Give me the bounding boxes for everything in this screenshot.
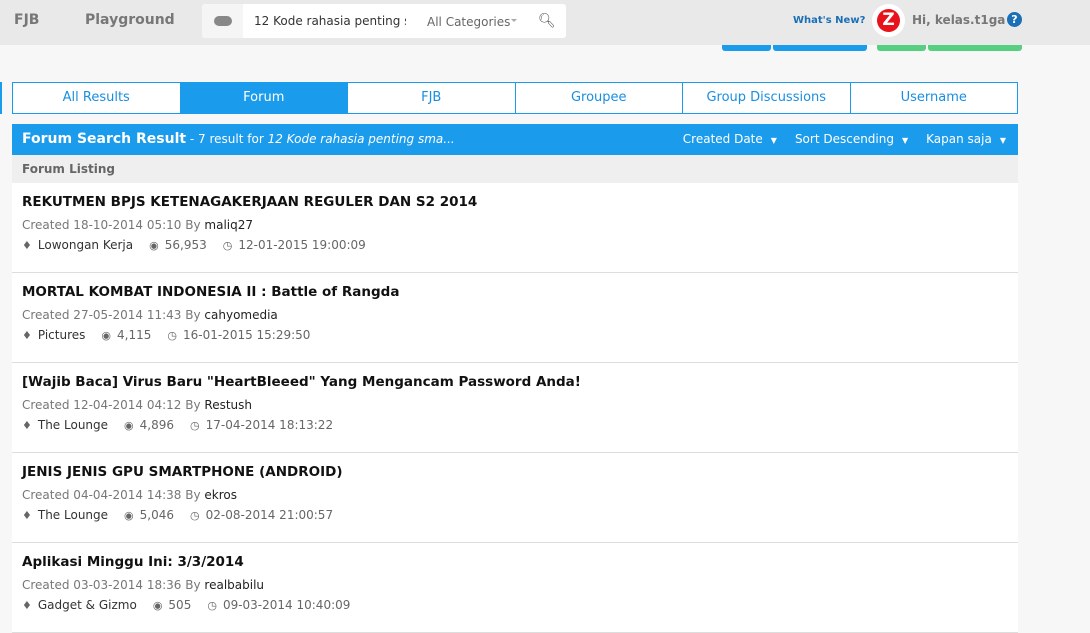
chevron-down-icon <box>511 19 517 25</box>
help-icon[interactable]: ? <box>1007 12 1022 27</box>
thread-category[interactable]: Lowongan Kerja <box>38 238 133 252</box>
tab-fjb[interactable]: FJB <box>348 83 516 113</box>
chat-icon[interactable] <box>202 4 243 38</box>
tag-icon: ♦ <box>22 508 32 522</box>
thread-title[interactable]: JENIS JENIS GPU SMARTPHONE (ANDROID) <box>22 464 1008 480</box>
thread-last-post: 16-01-2015 15:29:50 <box>182 328 311 342</box>
thread-category[interactable]: Gadget & Gizmo <box>38 598 137 612</box>
tag-icon: ♦ <box>22 328 32 342</box>
thread-last-post: 17-04-2014 18:13:22 <box>205 418 334 432</box>
thread-title[interactable]: MORTAL KOMBAT INDONESIA II : Battle of R… <box>22 284 1008 300</box>
thread-category[interactable]: The Lounge <box>38 418 108 432</box>
thread-category[interactable]: Pictures <box>38 328 86 342</box>
thread-views: 4,896 <box>139 418 175 432</box>
user-greeting[interactable]: Hi, kelas.t1ga <box>912 13 1005 27</box>
eye-icon: ◉ <box>101 328 112 342</box>
thread-author[interactable]: realbabilu <box>204 578 264 592</box>
category-select[interactable]: All Categories <box>427 15 510 29</box>
result-header: Forum Search Result - 7 result for 12 Ko… <box>12 124 1018 155</box>
thread-row: REKUTMEN BPJS KETENAGAKERJAAN REGULER DA… <box>12 183 1018 273</box>
thread-views: 4,115 <box>117 328 152 342</box>
tab-group-discussions[interactable]: Group Discussions <box>683 83 851 113</box>
result-title: Forum Search Result <box>22 131 187 147</box>
thread-category[interactable]: The Lounge <box>38 508 108 522</box>
thread-created: Created 03-03-2014 18:36 By realbabilu <box>22 578 265 592</box>
thread-last-post: 02-08-2014 21:00:57 <box>205 508 334 522</box>
thread-row: MORTAL KOMBAT INDONESIA II : Battle of R… <box>12 273 1018 363</box>
green-button-right[interactable] <box>928 45 1022 51</box>
thread-last-post: 12-01-2015 19:00:09 <box>238 238 366 252</box>
eye-icon: ◉ <box>152 598 163 612</box>
tag-icon: ♦ <box>22 418 32 432</box>
clock-icon: ◷ <box>167 328 177 342</box>
tab-all-results[interactable]: All Results <box>13 83 181 113</box>
eye-icon: ◉ <box>149 238 159 252</box>
thread-author[interactable]: ekros <box>204 488 237 502</box>
thread-title[interactable]: Aplikasi Minggu Ini: 3/3/2014 <box>22 554 1008 570</box>
tab-forum[interactable]: Forum <box>180 83 348 113</box>
thread-created: Created 04-04-2014 14:38 By ekros <box>22 488 238 502</box>
tag-icon: ♦ <box>22 238 32 252</box>
tab-groupee[interactable]: Groupee <box>516 83 683 113</box>
clock-icon: ◷ <box>190 508 200 522</box>
thread-views: 505 <box>168 598 192 612</box>
search-icon[interactable]: 🔍︎ <box>538 13 556 29</box>
result-tabs: All Results Forum FJB Groupee Group Disc… <box>12 82 1018 114</box>
forum-listing-label: Forum Listing <box>12 155 1018 183</box>
sort-field-dropdown[interactable]: Created Date ▼ <box>683 124 777 156</box>
clock-icon: ◷ <box>222 238 233 252</box>
thread-views: 56,953 <box>164 238 207 252</box>
thread-last-post: 09-03-2014 10:40:09 <box>222 598 351 612</box>
thread-views: 5,046 <box>139 508 175 522</box>
search-input[interactable]: 12 Kode rahasia penting sm <box>254 14 406 28</box>
eye-icon: ◉ <box>124 418 134 432</box>
eye-icon: ◉ <box>124 508 134 522</box>
thread-title[interactable]: REKUTMEN BPJS KETENAGAKERJAAN REGULER DA… <box>22 194 1008 210</box>
thread-row: [Wajib Baca] Virus Baru "HeartBleeed" Ya… <box>12 363 1018 453</box>
thread-author[interactable]: Restush <box>204 398 252 412</box>
avatar[interactable]: Z <box>872 4 905 37</box>
thread-row: JENIS JENIS GPU SMARTPHONE (ANDROID) Cre… <box>12 453 1018 543</box>
clock-icon: ◷ <box>190 418 200 432</box>
tag-icon: ♦ <box>22 598 32 612</box>
search-bar: 12 Kode rahasia penting sm All Categorie… <box>202 4 566 38</box>
thread-created: Created 18-10-2014 05:10 By maliq27 <box>22 218 254 232</box>
thread-created: Created 27-05-2014 11:43 By cahyomedia <box>22 308 278 322</box>
nav-playground[interactable]: Playground <box>85 12 175 28</box>
thread-title[interactable]: [Wajib Baca] Virus Baru "HeartBleeed" Ya… <box>22 374 1008 390</box>
thread-list: REKUTMEN BPJS KETENAGAKERJAAN REGULER DA… <box>12 183 1018 633</box>
left-accent <box>0 82 2 114</box>
tab-username[interactable]: Username <box>851 83 1018 113</box>
blue-button-right[interactable] <box>773 45 867 51</box>
thread-created: Created 12-04-2014 04:12 By Restush <box>22 398 253 412</box>
thread-author[interactable]: cahyomedia <box>204 308 277 322</box>
result-query: 12 Kode rahasia penting sma... <box>267 132 455 146</box>
nav-fjb[interactable]: FJB <box>14 12 39 28</box>
thread-row: Aplikasi Minggu Ini: 3/3/2014 Created 03… <box>12 543 1018 633</box>
blue-button-left[interactable] <box>722 45 771 51</box>
green-button-left[interactable] <box>877 45 926 51</box>
clock-icon: ◷ <box>207 598 217 612</box>
whats-new-link[interactable]: What's New? <box>793 15 865 26</box>
time-dropdown[interactable]: Kapan saja ▼ <box>926 124 1006 156</box>
thread-author[interactable]: maliq27 <box>204 218 253 232</box>
sort-order-dropdown[interactable]: Sort Descending ▼ <box>795 124 908 156</box>
